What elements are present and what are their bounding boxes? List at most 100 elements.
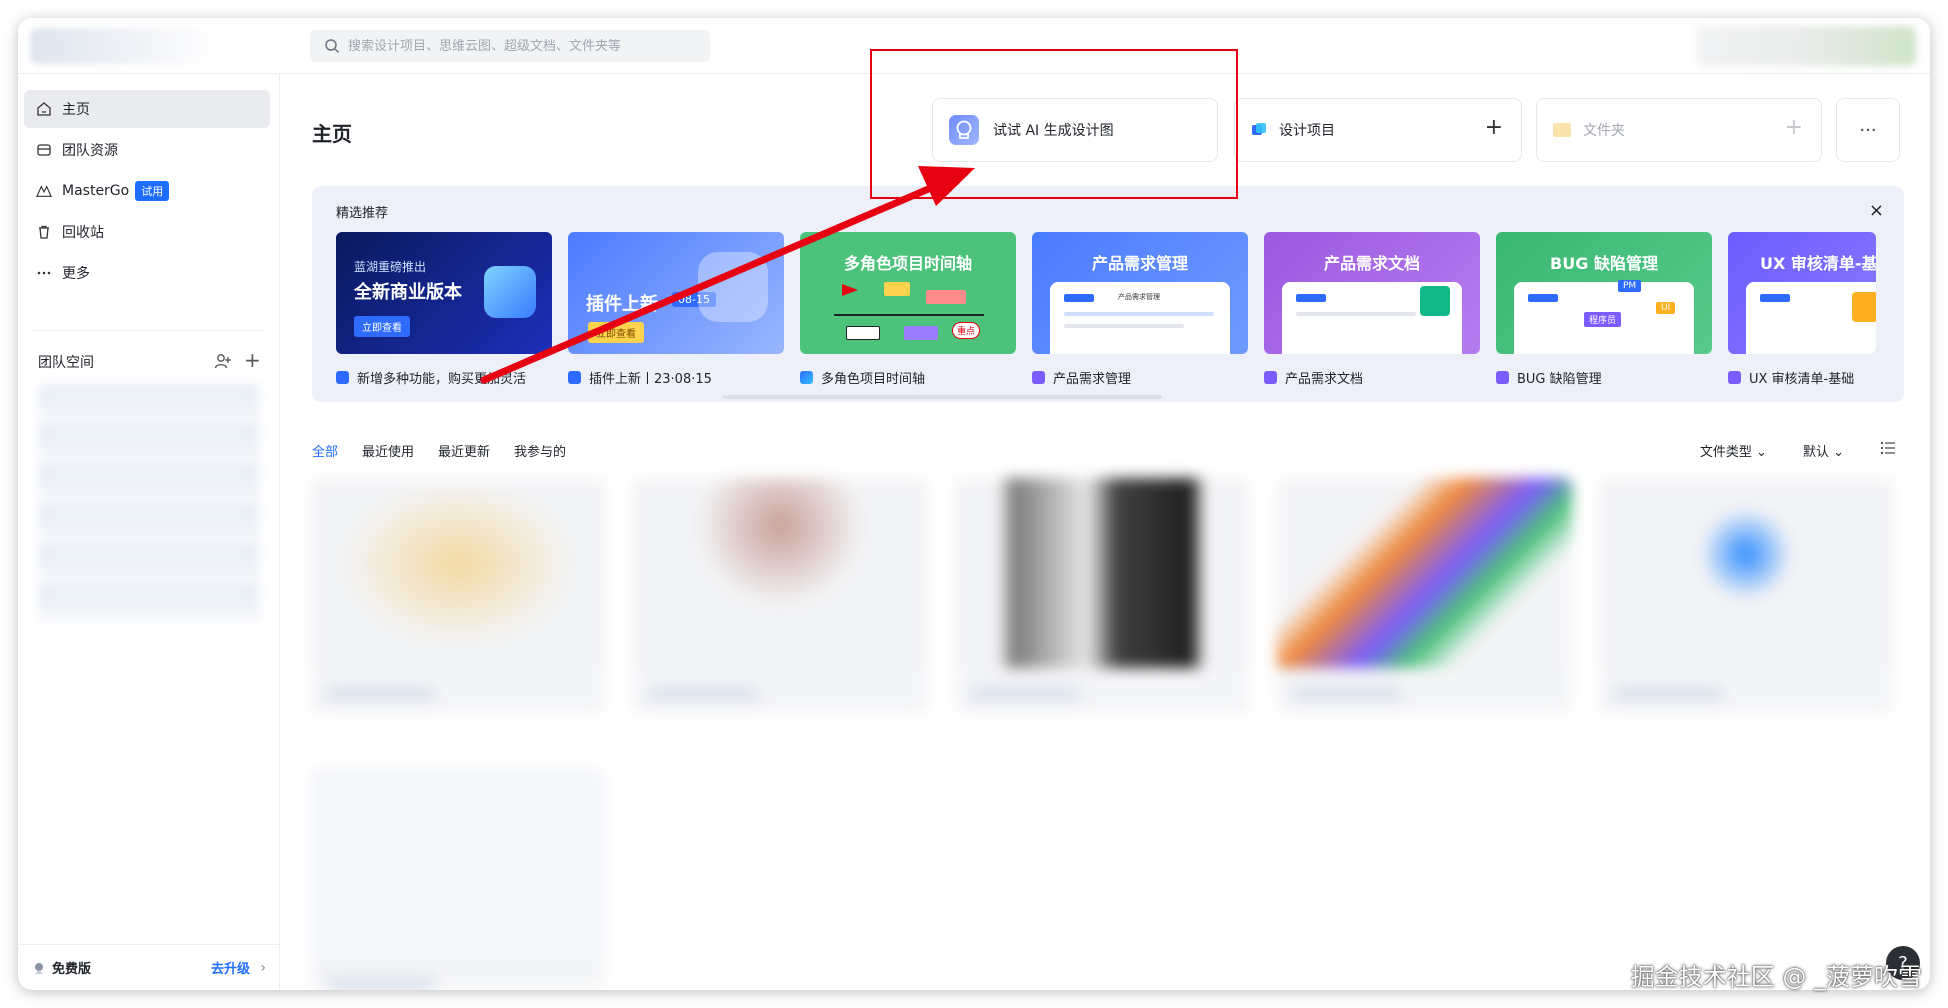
featured-card[interactable]: 蓝湖重磅推出 全新商业版本 立即查看 [336,232,552,354]
list-view-icon[interactable] [1880,441,1896,455]
file-type-filter[interactable]: 文件类型 ⌄ [1700,441,1767,460]
file-card[interactable] [310,768,606,990]
featured-label-text: 产品需求文档 [1285,372,1364,387]
file-card[interactable] [1276,478,1572,714]
sidebar: 主页 团队资源 MasterGo 试用 回收站 更多 团队空间 + 免费版 去升… [18,74,280,990]
file-card[interactable] [632,478,928,714]
user-area[interactable] [1696,26,1916,66]
search-icon [325,39,340,54]
flag-icon [842,284,858,296]
card-mock [1282,282,1462,354]
tab-recent-updated[interactable]: 最近更新 [438,441,490,460]
plus-icon: + [1784,115,1803,140]
featured-label[interactable]: 新增多种功能，购买更加灵活 [336,368,526,387]
featured-card[interactable]: UX 审核清单-基 [1728,232,1876,354]
card-title: 产品需求管理 [1091,254,1188,273]
design-project-label: 设计项目 [1279,123,1335,139]
upgrade-link[interactable]: 去升级 [211,958,250,977]
sidebar-item-label: 团队资源 [62,143,118,159]
sidebar-item-team-resources[interactable]: 团队资源 [24,131,270,169]
card-title: 插件上新 [586,294,658,315]
pm-tag: PM [1618,280,1642,292]
team-list[interactable] [38,384,260,622]
mastergo-logo-icon [36,185,52,197]
featured-label[interactable]: 多角色项目时间轴 [800,368,925,387]
sort-label: 默认 [1802,445,1829,460]
more-dots-icon [37,271,51,275]
divider [32,330,266,331]
folder-icon [1553,123,1571,137]
close-icon[interactable]: × [1869,200,1884,221]
timeline-node [846,326,880,340]
plan-icon [35,962,43,974]
timeline-node [884,282,910,296]
featured-card[interactable]: 产品需求文档 [1264,232,1480,354]
annotation-box [870,49,1238,199]
doc-small-icon [1728,371,1741,384]
file-card[interactable] [1598,478,1894,714]
card-mock [1746,282,1876,354]
stamp: 重点 [952,322,981,339]
featured-label[interactable]: BUG 缺陷管理 [1496,368,1602,387]
card-title: 全新商业版本 [354,282,462,303]
featured-card[interactable]: 产品需求管理 产品需求管理 [1032,232,1248,354]
featured-label[interactable]: 插件上新丨23·08·15 [568,368,712,387]
file-card[interactable] [954,478,1250,714]
featured-label[interactable]: UX 审核清单-基础 [1728,368,1876,387]
card-title: 产品需求文档 [1323,254,1420,273]
add-member-icon[interactable] [214,352,232,370]
team-resource-icon [37,144,51,156]
sidebar-item-label: MasterGo [62,183,130,199]
new-folder-button[interactable]: 文件夹 + [1536,98,1822,162]
featured-label[interactable]: 产品需求文档 [1264,368,1363,387]
search-input[interactable] [348,38,688,54]
file-type-label: 文件类型 [1699,445,1752,460]
sidebar-item-mastergo[interactable]: MasterGo 试用 [24,172,270,210]
timeline-node [904,326,938,340]
timeline-node [926,290,966,304]
sidebar-item-more[interactable]: 更多 [24,254,270,292]
sidebar-item-trash[interactable]: 回收站 [24,213,270,251]
card-title: BUG 缺陷管理 [1550,254,1658,273]
doc-small-icon [1032,371,1045,384]
sidebar-item-label: 回收站 [62,225,104,241]
featured-label-text: 多角色项目时间轴 [821,372,926,387]
page-title: 主页 [312,122,352,146]
lanhu-small-icon [336,371,349,384]
featured-label-text: BUG 缺陷管理 [1517,372,1602,387]
more-actions-button[interactable]: ··· [1836,98,1900,162]
tab-participated[interactable]: 我参与的 [514,441,566,460]
file-card[interactable] [310,478,606,714]
card-mock: 产品需求管理 [1050,282,1230,354]
featured-scrollbar[interactable] [722,395,1162,399]
file-tabs: 全部 最近使用 最近更新 我参与的 [312,441,566,460]
plan-name: 免费版 [52,962,92,977]
watermark: 掘金技术社区 @ _菠萝吹雪 [1630,963,1922,991]
search-box[interactable] [310,30,710,62]
featured-label[interactable]: 产品需求管理 [1032,368,1131,387]
timeline-line [834,314,984,316]
new-design-project-button[interactable]: 设计项目 + [1234,98,1522,162]
card-kicker: 蓝湖重磅推出 [354,260,427,274]
note-icon [1852,292,1876,322]
team-space-title: 团队空间 [38,355,94,371]
featured-card[interactable]: 插件上新 08-15 立即查看 [568,232,784,354]
trial-badge: 试用 [135,181,170,201]
featured-label-text: 新增多种功能，购买更加灵活 [357,372,527,387]
design-small-icon [800,371,813,384]
add-team-icon[interactable]: + [244,350,261,370]
team-switcher[interactable] [30,28,220,64]
card-cta: 立即查看 [588,322,644,343]
sort-filter[interactable]: 默认 ⌄ [1803,441,1844,460]
plan-bar: 免费版 去升级 › [18,944,280,990]
plus-icon: + [1484,115,1503,140]
sidebar-item-label: 更多 [62,266,90,282]
tab-recent-used[interactable]: 最近使用 [362,441,414,460]
featured-label-text: 插件上新丨23·08·15 [589,372,712,387]
tab-all[interactable]: 全部 [312,441,338,460]
sidebar-item-home[interactable]: 主页 [24,90,270,128]
doc-small-icon [1496,371,1509,384]
folder-label: 文件夹 [1583,123,1625,139]
featured-card[interactable]: 多角色项目时间轴 重点 [800,232,1016,354]
featured-card[interactable]: BUG 缺陷管理 PM 程序员 UI [1496,232,1712,354]
